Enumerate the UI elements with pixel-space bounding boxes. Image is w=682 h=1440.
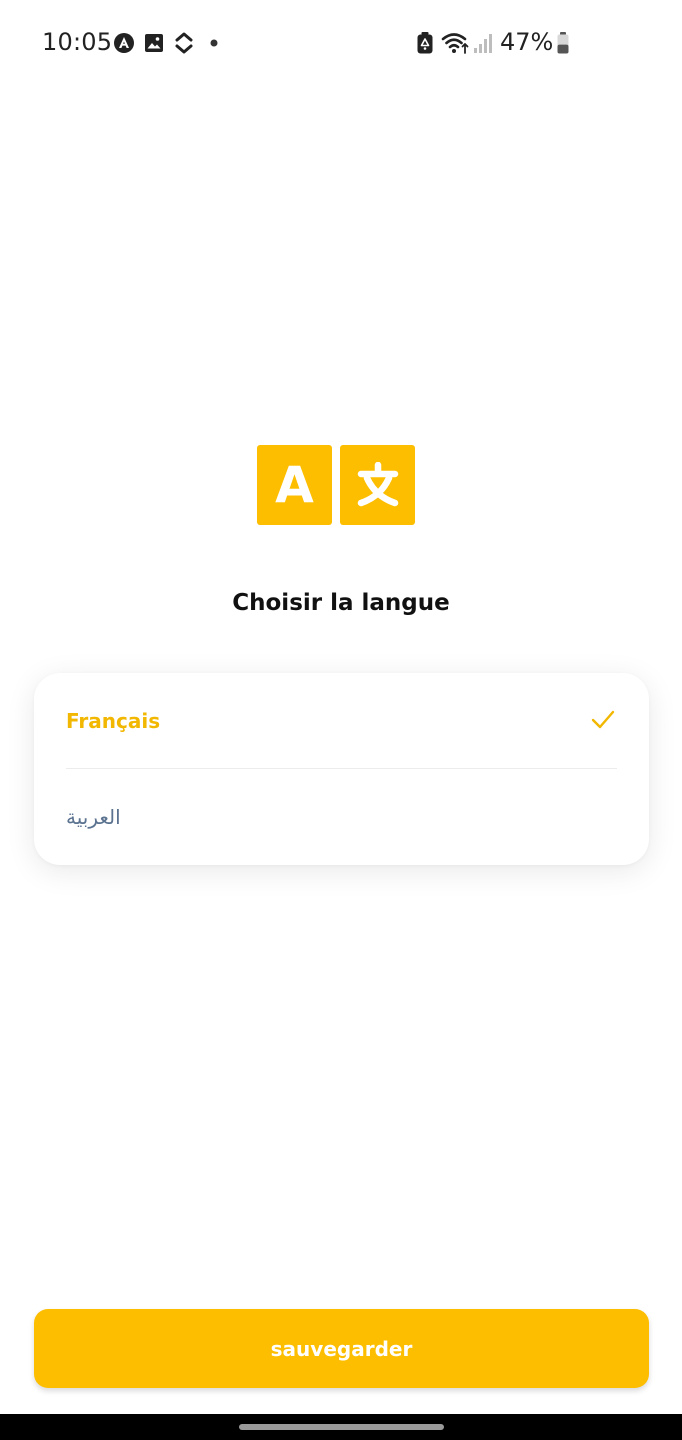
status-time: 10:05 — [42, 28, 113, 56]
signal-icon — [474, 34, 492, 53]
sync-icon — [175, 32, 193, 54]
battery-saver-icon — [417, 32, 433, 54]
image-icon — [145, 34, 163, 52]
language-option-french[interactable]: Français — [66, 673, 617, 769]
check-icon — [591, 710, 615, 729]
accessibility-icon — [114, 33, 134, 53]
language-label: Français — [66, 709, 161, 733]
home-gesture-handle[interactable] — [239, 1424, 444, 1430]
navigation-bar — [0, 1414, 682, 1440]
language-selection-screen: 10:05 47% A Choisir la langue Français ا… — [0, 0, 682, 1440]
language-label: العربية — [66, 805, 121, 829]
battery-percent: 47% — [500, 28, 554, 56]
chinese-character-glyph — [357, 462, 398, 507]
translate-icon: A — [257, 445, 415, 525]
status-bar: 10:05 47% — [0, 0, 682, 88]
chinese-character-tile — [340, 445, 415, 525]
save-button[interactable]: sauvegarder — [34, 1309, 649, 1388]
language-list: Français العربية — [34, 673, 649, 865]
language-option-arabic[interactable]: العربية — [66, 769, 617, 865]
page-title: Choisir la langue — [232, 590, 450, 616]
latin-letter-tile: A — [257, 445, 332, 525]
battery-icon — [557, 32, 569, 54]
dot-icon — [210, 39, 218, 47]
wifi-icon — [441, 33, 469, 54]
